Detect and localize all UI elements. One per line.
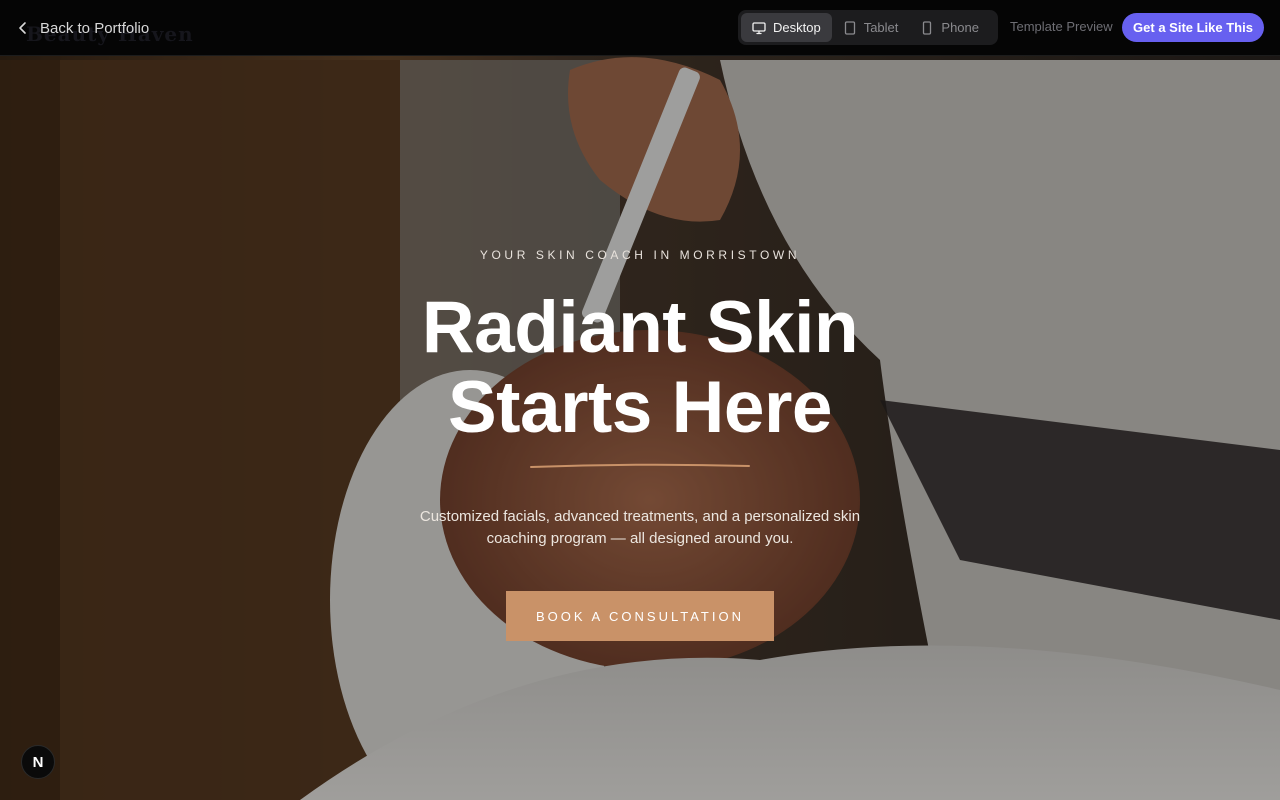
- back-to-portfolio-label: Back to Portfolio: [40, 19, 150, 37]
- device-switcher: Desktop Tablet Phone: [738, 10, 998, 45]
- chevron-left-icon: [19, 22, 26, 34]
- device-phone-button[interactable]: Phone: [909, 13, 990, 42]
- preview-toolbar: Beauty Haven Back to Portfolio Desktop T…: [0, 0, 1280, 56]
- get-a-site-button[interactable]: Get a Site Like This: [1122, 13, 1264, 42]
- hero-section: YOUR SKIN COACH IN MORRISTOWN Radiant Sk…: [0, 0, 1280, 800]
- device-tablet-label: Tablet: [863, 20, 899, 35]
- hero-subtext: Customized facials, advanced treatments,…: [419, 508, 861, 547]
- device-phone-label: Phone: [941, 20, 979, 35]
- hero-headline-line-1: Radiant Skin: [421, 287, 859, 368]
- hero-divider: [530, 463, 750, 468]
- hero-eyebrow: YOUR SKIN COACH IN MORRISTOWN: [479, 248, 801, 262]
- tablet-icon: [844, 20, 855, 35]
- device-desktop-button[interactable]: Desktop: [741, 13, 832, 42]
- back-to-portfolio-link[interactable]: Back to Portfolio: [16, 16, 149, 40]
- hero-headline-line-2: Starts Here: [447, 367, 833, 448]
- phone-icon: [923, 20, 932, 35]
- book-consultation-button[interactable]: BOOK A CONSULTATION: [506, 591, 774, 641]
- desktop-icon: [752, 21, 766, 34]
- device-desktop-label: Desktop: [773, 20, 821, 35]
- template-preview-label: Template Preview: [1010, 19, 1113, 34]
- page: YOUR SKIN COACH IN MORRISTOWN Radiant Sk…: [0, 0, 1280, 800]
- device-tablet-button[interactable]: Tablet: [832, 13, 910, 42]
- hero-headline: Radiant Skin Starts Here: [0, 288, 1280, 448]
- n-logo-badge[interactable]: N: [21, 745, 55, 779]
